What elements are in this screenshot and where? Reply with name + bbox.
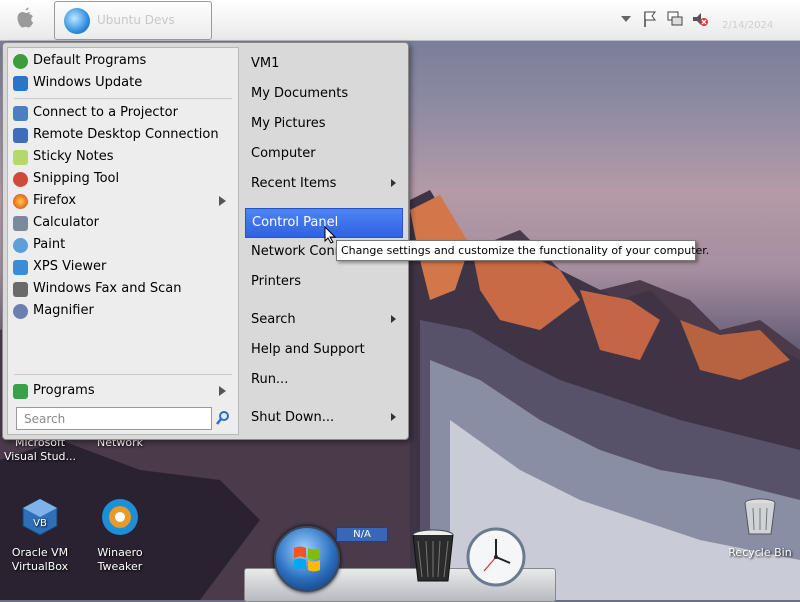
start-item-label: Windows Fax and Scan xyxy=(33,281,182,296)
desktop-icon-winaero[interactable]: Winaero Tweaker xyxy=(80,496,160,574)
winaero-tweaker-icon xyxy=(102,499,138,535)
remote-desktop-icon xyxy=(13,128,28,143)
snipping-tool-icon xyxy=(13,172,28,187)
windows-update-icon xyxy=(13,76,28,91)
start-right-printers[interactable]: Printers xyxy=(245,268,401,296)
start-item-label: XPS Viewer xyxy=(33,259,107,274)
top-menu-bar: Ubuntu Devs 2/14/2024 xyxy=(0,0,800,41)
action-center-flag-icon[interactable] xyxy=(642,10,658,28)
sticky-notes-icon xyxy=(13,150,28,165)
magnifier-icon xyxy=(13,304,28,319)
default-programs-icon xyxy=(13,54,28,69)
start-right-help-support[interactable]: Help and Support xyxy=(245,336,401,364)
start-item-fax-scan[interactable]: Windows Fax and Scan xyxy=(8,278,236,300)
start-right-my-documents[interactable]: My Documents xyxy=(245,80,401,108)
desktop-icon-label: Oracle VM VirtualBox xyxy=(11,546,69,573)
start-menu-left-pane: Default Programs Windows Update Connect … xyxy=(7,47,239,435)
start-item-paint[interactable]: Paint xyxy=(8,234,236,256)
start-item-label: Sticky Notes xyxy=(33,149,114,164)
start-right-label: Shut Down... xyxy=(251,410,335,425)
start-item-programs[interactable]: Programs xyxy=(8,380,236,402)
start-right-shut-down[interactable]: Shut Down... xyxy=(245,404,401,432)
calculator-icon xyxy=(13,216,28,231)
submenu-arrow-icon xyxy=(219,386,226,396)
start-item-windows-update[interactable]: Windows Update xyxy=(8,72,236,94)
clock-date[interactable]: 2/14/2024 xyxy=(722,20,773,31)
start-search-box[interactable] xyxy=(16,407,212,430)
start-item-label: Remote Desktop Connection xyxy=(33,127,219,142)
submenu-arrow-icon xyxy=(391,179,396,187)
start-item-xps-viewer[interactable]: XPS Viewer xyxy=(8,256,236,278)
start-item-label: Magnifier xyxy=(33,303,94,318)
desktop-icon-virtualbox[interactable]: VB Oracle VM VirtualBox xyxy=(0,496,80,574)
start-item-label: Paint xyxy=(33,237,66,252)
start-item-firefox[interactable]: Firefox xyxy=(8,190,236,212)
start-right-recent-items[interactable]: Recent Items xyxy=(245,170,401,198)
submenu-arrow-icon xyxy=(391,315,396,323)
start-item-snipping-tool[interactable]: Snipping Tool xyxy=(8,168,236,190)
start-item-sticky-notes[interactable]: Sticky Notes xyxy=(8,146,236,168)
start-item-magnifier[interactable]: Magnifier xyxy=(8,300,236,322)
taskbar-app-button[interactable]: Ubuntu Devs xyxy=(54,1,212,40)
svg-text:VB: VB xyxy=(33,518,47,529)
taskbar-app-label: Ubuntu Devs xyxy=(97,13,175,27)
start-right-vm1[interactable]: VM1 xyxy=(245,50,401,78)
apple-icon[interactable] xyxy=(10,4,40,34)
fax-scan-icon xyxy=(13,282,28,297)
start-item-label: Firefox xyxy=(33,193,77,208)
programs-folder-icon xyxy=(13,384,28,399)
start-item-calculator[interactable]: Calculator xyxy=(8,212,236,234)
start-item-label: Connect to a Projector xyxy=(33,105,178,120)
start-menu-separator xyxy=(14,374,232,375)
start-right-label: Computer xyxy=(251,146,316,161)
paint-icon xyxy=(13,238,28,253)
start-item-label: Default Programs xyxy=(33,53,147,68)
start-item-label: Snipping Tool xyxy=(33,171,120,186)
na-badge: N/A xyxy=(336,527,388,542)
dock-trash-icon[interactable] xyxy=(410,527,456,585)
mouse-cursor-icon xyxy=(324,226,336,244)
start-menu-separator xyxy=(14,98,232,99)
start-right-label: Recent Items xyxy=(251,176,337,191)
virtualbox-icon: VB xyxy=(22,498,58,536)
start-right-label: Search xyxy=(251,312,296,327)
start-right-label: Run... xyxy=(251,372,289,387)
start-right-my-pictures[interactable]: My Pictures xyxy=(245,110,401,138)
desktop-icon-recycle-bin[interactable]: Recycle Bin xyxy=(720,496,800,560)
windows-logo-icon xyxy=(294,546,320,572)
start-search-input[interactable] xyxy=(22,408,206,429)
desktop-icon-visual-studio[interactable]: Microsoft Visual Stud... xyxy=(0,436,80,464)
start-item-label: Calculator xyxy=(33,215,100,230)
start-right-label: My Pictures xyxy=(251,116,326,131)
firefox-icon xyxy=(13,194,28,209)
desktop-icon-label: Recycle Bin xyxy=(728,546,792,559)
volume-muted-icon[interactable] xyxy=(692,10,708,28)
control-panel-tooltip: Change settings and customize the functi… xyxy=(336,240,709,261)
submenu-arrow-icon xyxy=(219,196,226,206)
xps-viewer-icon xyxy=(13,260,28,275)
app-globe-icon xyxy=(64,8,90,34)
start-item-default-programs[interactable]: Default Programs xyxy=(8,50,236,72)
network-status-icon[interactable] xyxy=(667,10,683,28)
desktop-icon-label: Microsoft Visual Stud... xyxy=(3,436,77,463)
dock-clock-icon[interactable] xyxy=(466,527,526,587)
start-right-label: My Documents xyxy=(251,86,349,101)
projector-icon xyxy=(13,106,28,121)
start-right-search[interactable]: Search xyxy=(245,306,401,334)
start-item-remote-desktop[interactable]: Remote Desktop Connection xyxy=(8,124,236,146)
start-right-run[interactable]: Run... xyxy=(245,366,401,394)
start-item-label: Windows Update xyxy=(33,75,143,90)
start-item-projector[interactable]: Connect to a Projector xyxy=(8,102,236,124)
start-orb-button[interactable] xyxy=(274,526,340,592)
desktop-icon-label: Winaero Tweaker xyxy=(97,546,143,573)
recycle-bin-icon xyxy=(744,498,776,535)
start-right-label: Help and Support xyxy=(251,342,365,357)
submenu-arrow-icon xyxy=(391,413,396,421)
start-right-label: VM1 xyxy=(251,56,280,71)
chevron-down-icon[interactable] xyxy=(620,10,632,28)
search-icon[interactable] xyxy=(215,410,231,426)
start-right-label: Printers xyxy=(251,274,302,289)
start-right-computer[interactable]: Computer xyxy=(245,140,401,168)
start-item-label: Programs xyxy=(33,383,95,398)
